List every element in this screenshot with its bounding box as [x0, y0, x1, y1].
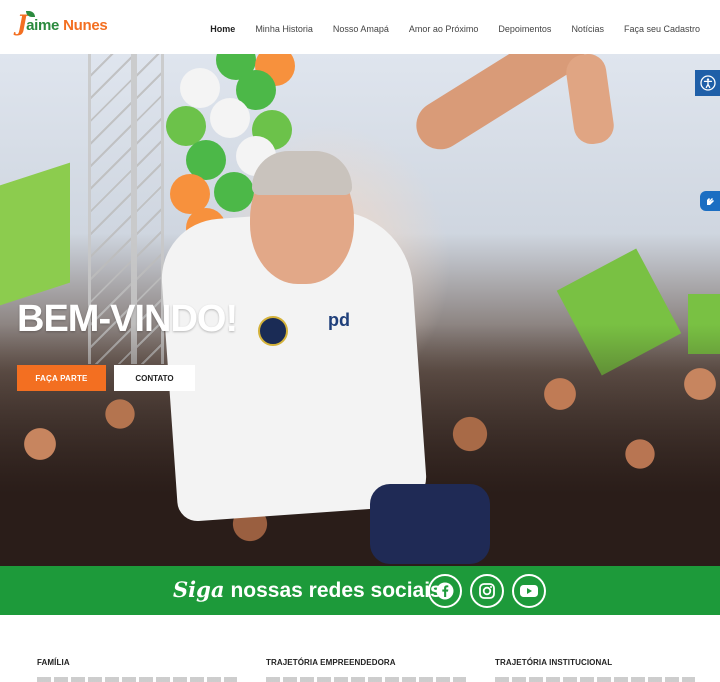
facebook-link[interactable] — [428, 574, 462, 608]
nav-noticias[interactable]: Notícias — [561, 20, 614, 38]
logo-last-name: Nunes — [63, 17, 108, 34]
logo-first-name: aime — [26, 17, 60, 34]
section-title-trajetoria-empreendedora: TRAJETÓRIA EMPREENDEDORA — [266, 658, 396, 667]
hero-headline: BEM-VINDO! — [17, 298, 238, 340]
balloon — [210, 98, 250, 138]
accessibility-icon — [699, 75, 716, 91]
nav-amor-ao-proximo[interactable]: Amor ao Próximo — [399, 20, 489, 38]
social-title-text: nossas redes sociais — [230, 579, 442, 602]
section-title-trajetoria-institucional: TRAJETÓRIA INSTITUCIONAL — [495, 658, 613, 667]
candidate-hair — [252, 151, 352, 195]
nav-faca-seu-cadastro[interactable]: Faça seu Cadastro — [614, 20, 710, 38]
hero-banner: pd BEM-VINDO! FAÇA PARTE CONTATO — [0, 54, 720, 566]
site-logo[interactable]: J aime Nunes — [17, 11, 108, 35]
instagram-link[interactable] — [470, 574, 504, 608]
youtube-icon — [520, 585, 538, 597]
main-nav: Home Minha Historia Nosso Amapá Amor ao … — [200, 20, 710, 38]
nav-minha-historia[interactable]: Minha Historia — [245, 20, 323, 38]
candidate-pants — [370, 484, 490, 564]
accessibility-button[interactable] — [695, 70, 720, 96]
section-text-preview — [266, 677, 466, 682]
youtube-link[interactable] — [512, 574, 546, 608]
shirt-logo: pd — [328, 310, 350, 330]
shirt-badge — [258, 316, 288, 346]
section-text-preview — [495, 677, 695, 682]
social-title-script: Siga — [173, 577, 225, 602]
nav-home[interactable]: Home — [200, 20, 245, 38]
social-bar: Siga nossas redes sociais — [0, 566, 720, 615]
contact-button[interactable]: CONTATO — [114, 365, 195, 391]
hands-icon — [707, 198, 714, 205]
nav-depoimentos[interactable]: Depoimentos — [488, 20, 561, 38]
site-header: J aime Nunes Home Minha Historia Nosso A… — [0, 0, 720, 54]
balloon — [180, 68, 220, 108]
balloon — [214, 172, 254, 212]
section-text-preview — [37, 677, 237, 682]
sign-language-button[interactable] — [700, 191, 720, 211]
facebook-icon — [436, 582, 454, 600]
waving-hand — [563, 54, 617, 147]
nav-nosso-amapa[interactable]: Nosso Amapá — [323, 20, 399, 38]
social-title: Siga nossas redes sociais — [173, 577, 442, 603]
campaign-flag — [0, 162, 70, 306]
section-title-familia: FAMÍLIA — [37, 658, 70, 667]
about-section: FAMÍLIA TRAJETÓRIA EMPREENDEDORA TRAJETÓ… — [0, 615, 720, 682]
instagram-icon — [479, 583, 495, 599]
join-button[interactable]: FAÇA PARTE — [17, 365, 106, 391]
